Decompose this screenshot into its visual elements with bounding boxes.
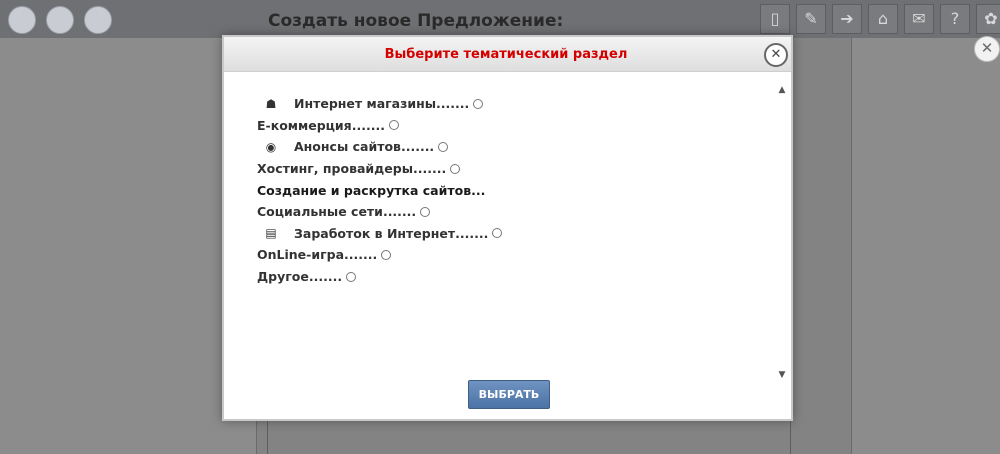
category-label: Интернет магазины....... <box>294 96 470 112</box>
category-list: ☗ Интернет магазины....... Е-коммерция....… <box>257 93 503 288</box>
category-radio[interactable] <box>450 163 461 174</box>
scrollbar[interactable]: ▲ ▼ <box>775 85 789 381</box>
category-item[interactable]: ◉ Анонсы сайтов....... <box>257 136 502 158</box>
outer-close-icon[interactable]: ✕ <box>974 36 1000 62</box>
category-label: OnLine-игра....... <box>257 247 378 263</box>
category-label: Анонсы сайтов....... <box>294 139 435 155</box>
toolbar-icons: ▯ ✎ ➔ ⌂ ✉? ✿ <box>760 4 1000 34</box>
modal-title: Выберите тематический раздел <box>384 47 628 62</box>
shop-icon: ☗ <box>265 96 277 111</box>
settings-icon[interactable]: ✿ <box>976 4 1000 34</box>
mail-icon[interactable]: ✉ <box>904 4 934 34</box>
computer-icon: ▤ <box>265 226 277 241</box>
category-label: Создание и раскрутка сайтов... <box>257 182 486 198</box>
logo-icon-3[interactable] <box>84 6 112 34</box>
logo-group <box>8 4 118 34</box>
logo-icon-1[interactable] <box>8 6 36 34</box>
chat-icon[interactable]: ✎ <box>796 4 826 34</box>
category-label: Е-коммерция....... <box>257 117 385 133</box>
category-label: Социальные сети....... <box>257 204 417 220</box>
category-radio[interactable] <box>438 141 449 152</box>
category-item[interactable]: Социальные сети....... <box>257 201 502 223</box>
category-modal: Выберите тематический раздел ✕ ☗ Интернет… <box>222 35 793 421</box>
category-item[interactable]: Хостинг, провайдеры....... <box>257 158 502 180</box>
category-radio[interactable] <box>388 120 399 131</box>
category-item[interactable]: OnLine-игра....... <box>257 244 502 266</box>
modal-header: Выберите тематический раздел ✕ <box>224 37 791 72</box>
scroll-up-icon[interactable]: ▲ <box>777 85 787 95</box>
category-item[interactable]: ▤ Заработок в Интернет....... <box>257 223 503 245</box>
category-label: Заработок в Интернет....... <box>294 225 489 241</box>
category-label: Другое....... <box>257 269 343 285</box>
home-icon[interactable]: ⌂ <box>868 4 898 34</box>
phone-icon[interactable]: ▯ <box>760 4 790 34</box>
category-item[interactable]: Другое....... <box>257 266 502 288</box>
category-radio[interactable] <box>346 271 357 282</box>
category-radio[interactable] <box>473 98 484 109</box>
category-radio[interactable] <box>381 249 392 260</box>
scroll-down-icon[interactable]: ▼ <box>777 370 787 380</box>
globe-icon: ◉ <box>265 139 277 154</box>
login-icon[interactable]: ➔ <box>832 4 862 34</box>
category-item[interactable]: ☗ Интернет магазины....... <box>257 93 502 115</box>
category-label: Хостинг, провайдеры....... <box>257 161 447 177</box>
category-item[interactable]: Е-коммерция....... <box>257 115 502 137</box>
logo-icon-2[interactable] <box>46 6 74 34</box>
category-radio[interactable] <box>420 206 431 217</box>
top-bar: Создать новое Предложение: ▯ ✎ ➔ ⌂ ✉? ✿ <box>0 0 1000 38</box>
modal-close-icon[interactable]: ✕ <box>764 43 788 67</box>
category-item: Создание и раскрутка сайтов... <box>257 179 502 201</box>
help-icon[interactable]: ? <box>940 4 970 34</box>
page-title: Создать новое Предложение: <box>268 11 564 31</box>
select-button[interactable]: ВЫБРАТЬ <box>468 380 550 409</box>
category-radio[interactable] <box>492 228 503 239</box>
